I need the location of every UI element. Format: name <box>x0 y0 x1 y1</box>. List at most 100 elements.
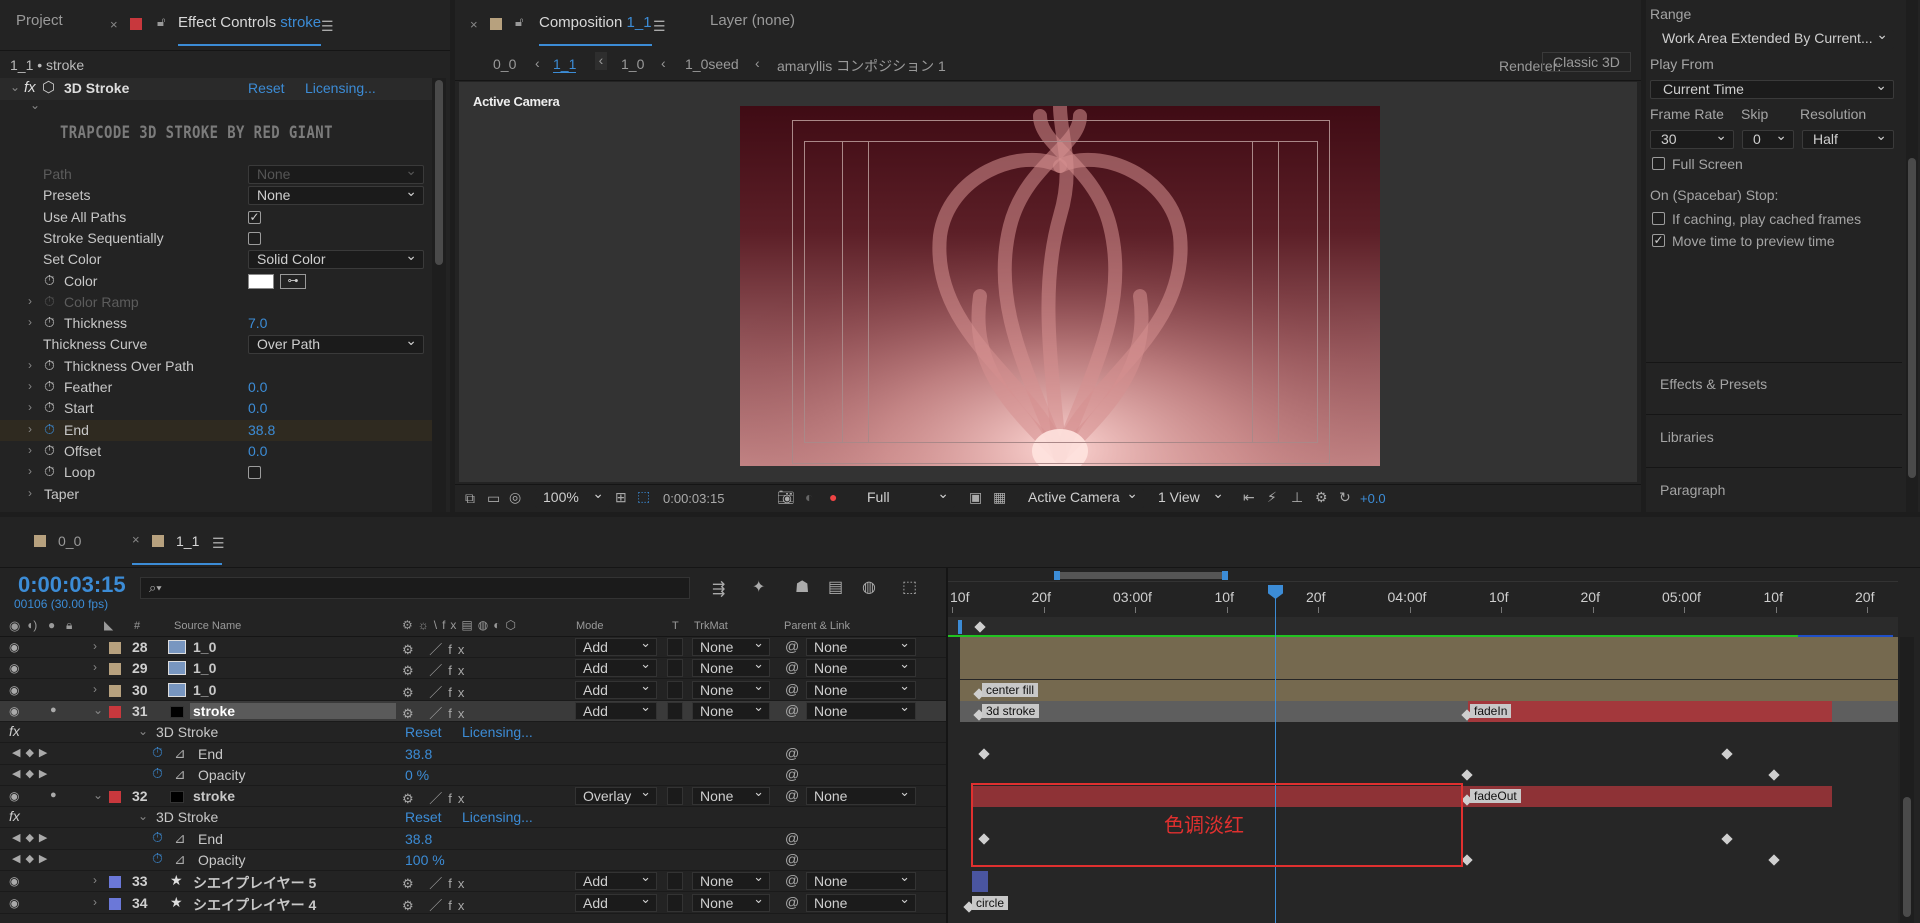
draft-3d-icon[interactable]: ✦ <box>752 577 765 597</box>
stopwatch-icon[interactable]: ⏱︎ <box>44 378 55 395</box>
label-color[interactable] <box>109 791 121 804</box>
layer-duration-bar[interactable] <box>972 871 988 893</box>
prop-value[interactable]: 38.8 <box>248 422 275 438</box>
chevron-down-icon[interactable]: ⌄ <box>10 80 20 94</box>
layer-name[interactable]: 1_0 <box>193 639 216 655</box>
trkmat-dropdown[interactable]: None <box>692 869 770 891</box>
exposure-value[interactable]: +0.0 <box>1360 491 1386 506</box>
trkmat-dropdown[interactable]: None <box>692 678 770 699</box>
timeline-icon[interactable]: ⊥ <box>1291 489 1303 506</box>
layer-duration-bar[interactable] <box>960 637 1898 658</box>
property-row[interactable]: ◀◆▶ ⏱︎ ⊿ End 38.8 @ <box>0 829 946 850</box>
parent-dropdown[interactable]: None <box>806 784 916 806</box>
chevron-right-icon[interactable]: › <box>28 294 32 308</box>
view-dropdown[interactable]: 1 View <box>1150 489 1230 508</box>
preserve-transparency-checkbox[interactable] <box>667 893 683 912</box>
time-ruler[interactable]: 10f 20f 03:00f 10f 20f 04:00f 10f 20f 05:00f 10f 2… <box>948 569 1898 617</box>
chevron-right-icon[interactable]: › <box>28 464 32 478</box>
play-from-dropdown[interactable]: Current Time <box>1650 80 1894 99</box>
lock-icon[interactable]: 🔒︎ <box>66 618 72 633</box>
layer-name[interactable]: 1_0 <box>193 660 216 676</box>
mode-dropdown[interactable]: Overlay <box>575 784 657 806</box>
label-color[interactable] <box>109 663 121 676</box>
layer-marker[interactable]: center fill <box>982 682 1039 697</box>
current-time[interactable]: 0:00:03:15 <box>18 572 126 598</box>
roi-icon[interactable]: ▣ <box>969 489 982 506</box>
col-source-name[interactable]: Source Name <box>174 620 241 632</box>
timecode-display[interactable]: 0:00:03:15 <box>663 491 724 506</box>
preserve-transparency-checkbox[interactable] <box>667 638 683 656</box>
prop-row-use-all-paths[interactable]: Use All Paths ✓ <box>0 207 432 228</box>
camera-dropdown[interactable]: Active Camera <box>1020 489 1144 508</box>
prop-row-start[interactable]: › ⏱︎ Start 0.0 <box>0 398 432 419</box>
solo-dot-icon[interactable]: ● <box>50 789 57 801</box>
tab-effect-controls[interactable]: Effect Controls stroke <box>178 0 322 46</box>
chevron-down-icon[interactable]: ⌄ <box>138 809 148 823</box>
stopwatch-icon[interactable]: ⏱︎ <box>44 463 55 480</box>
frame-rate-dropdown[interactable]: 30 <box>1650 130 1734 149</box>
pickwhip-icon[interactable]: @ <box>785 659 799 675</box>
layer-marker[interactable]: 3d stroke <box>982 703 1040 718</box>
stopwatch-icon[interactable]: ⏱︎ <box>44 421 55 438</box>
layer-duration-bar[interactable] <box>960 658 1898 680</box>
solo-icon[interactable]: ● <box>48 618 55 632</box>
prop-row-thickness[interactable]: › ⏱︎ Thickness 7.0 <box>0 313 432 334</box>
keyframe-nav-icon[interactable]: ◀◆▶ <box>12 746 52 759</box>
fast-preview-icon[interactable]: ⚡︎ <box>1267 489 1277 506</box>
reset-exposure-icon[interactable]: ↻ <box>1339 489 1351 506</box>
flow-item-3[interactable]: 1_0seed <box>685 56 739 72</box>
flowchart-icon[interactable]: ⚙︎ <box>1315 489 1328 506</box>
chevron-right-icon[interactable]: › <box>28 443 32 457</box>
scrollbar[interactable] <box>1906 0 1918 512</box>
prop-value[interactable]: 0.0 <box>248 379 267 395</box>
parent-dropdown[interactable]: None <box>806 656 916 678</box>
parent-dropdown[interactable]: None <box>806 869 916 891</box>
track-31-end[interactable] <box>948 744 1898 765</box>
prop-value[interactable]: 0.0 <box>248 443 267 459</box>
mode-dropdown[interactable]: Add <box>575 656 657 678</box>
layer-name[interactable]: シエイプレイヤー 4 <box>193 895 316 915</box>
tab-comp-1_1[interactable]: 1_1 <box>176 533 199 549</box>
work-area-end[interactable] <box>1222 571 1228 580</box>
snapshot-icon[interactable]: ⧉ <box>465 490 475 507</box>
prop-dropdown[interactable]: None <box>248 165 424 184</box>
work-area-start[interactable] <box>1054 571 1060 580</box>
audio-icon[interactable]: ◖) <box>26 618 37 632</box>
if-caching-checkbox[interactable] <box>1652 212 1665 225</box>
graph-icon[interactable]: ⊿ <box>174 766 186 783</box>
track-28[interactable] <box>948 637 1898 658</box>
pickwhip-icon[interactable]: @ <box>785 872 799 888</box>
renderer-button[interactable]: Classic 3D <box>1542 52 1631 72</box>
licensing-link[interactable]: Licensing... <box>305 80 376 96</box>
stopwatch-icon[interactable]: ⏱︎ <box>44 314 55 331</box>
pickwhip-icon[interactable]: @ <box>785 638 799 654</box>
property-row[interactable]: ◀◆▶ ⏱︎ ⊿ End 38.8 @ <box>0 744 946 765</box>
graph-icon[interactable]: ⊿ <box>174 830 186 847</box>
keyframe[interactable] <box>1461 769 1473 781</box>
pickwhip-icon[interactable]: @ <box>785 681 799 697</box>
chevron-down-icon[interactable]: ⌄ <box>93 703 103 717</box>
layer-row[interactable]: ◉ › 29 1_0 ⚙ ／fx Add None @ None <box>0 656 946 680</box>
marker[interactable] <box>974 621 986 633</box>
layer-duration-bar[interactable] <box>960 679 1898 701</box>
fx-icon[interactable]: fx <box>24 79 36 96</box>
stopwatch-icon[interactable]: ⏱︎ <box>152 850 163 867</box>
resolution-dropdown[interactable]: Full <box>859 489 955 508</box>
camera-icon[interactable]: 📷︎ <box>777 489 795 506</box>
track-29[interactable] <box>948 658 1898 680</box>
track-34[interactable]: circle <box>948 893 1898 914</box>
keyframe-nav-icon[interactable]: ◀◆▶ <box>12 852 52 865</box>
layer-switches[interactable]: ⚙ ／fx <box>402 682 470 701</box>
reset-link[interactable]: Reset <box>248 80 285 96</box>
label-icon[interactable]: ◣ <box>104 618 113 632</box>
track-33[interactable] <box>948 871 1898 893</box>
layer-switches[interactable]: ⚙ ／fx <box>402 788 470 807</box>
keyframe[interactable] <box>1721 833 1733 845</box>
parent-dropdown[interactable]: None <box>806 699 916 720</box>
pickwhip-icon[interactable]: @ <box>785 745 799 761</box>
trkmat-dropdown[interactable]: None <box>692 635 770 656</box>
label-color[interactable] <box>109 684 121 697</box>
preserve-transparency-checkbox[interactable] <box>667 787 683 806</box>
chevron-right-icon[interactable]: › <box>28 486 32 500</box>
keyframe-nav-icon[interactable]: ◀◆▶ <box>12 831 52 844</box>
